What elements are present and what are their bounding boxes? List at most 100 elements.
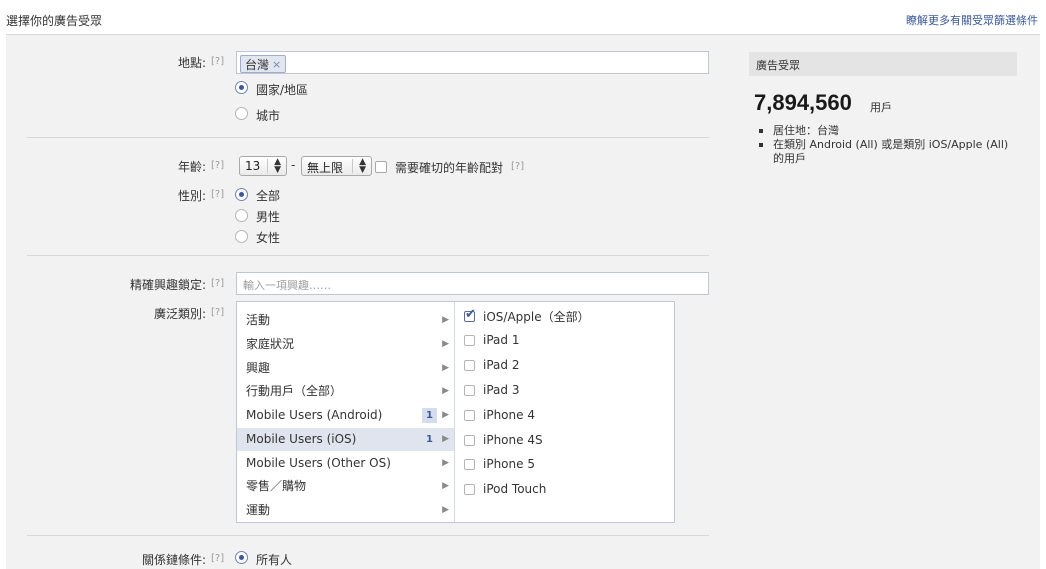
subcategory-item[interactable]: iPhone 5 (464, 454, 535, 474)
age-max-value: 無上限 (307, 161, 344, 175)
gender-female-radio[interactable] (235, 230, 248, 243)
subcategory-list: iOS/Apple（全部） iPad 1 iPad 2 iPad 3 iPhon… (456, 302, 674, 522)
gender-male-label: 男性 (256, 210, 281, 224)
gender-all-radio[interactable] (235, 188, 248, 201)
category-label: Mobile Users (Android) (246, 408, 383, 422)
category-item[interactable]: Mobile Users (Other OS) ▶ (237, 452, 454, 475)
exact-age-checkbox[interactable] (375, 161, 387, 173)
category-item[interactable]: Mobile Users (Android) 1 ▶ (237, 404, 454, 427)
chevron-right-icon: ▶ (442, 363, 449, 373)
gender-help-icon[interactable]: [?] (211, 189, 224, 200)
subcategory-label: iPad 3 (483, 383, 520, 397)
select-divider (267, 159, 268, 173)
relationship-everyone-label: 所有人 (256, 553, 293, 567)
chevron-right-icon: ▶ (442, 410, 449, 420)
subcategory-checkbox[interactable] (464, 384, 475, 396)
category-label: 興趣 (246, 361, 271, 375)
exact-age-help-icon[interactable]: [?] (511, 161, 524, 172)
broad-categories-label: 廣泛類別: (153, 307, 206, 321)
subcategory-item[interactable]: iPad 1 (464, 330, 519, 350)
chevron-right-icon: ▶ (442, 386, 449, 396)
top-bar: 選擇你的廣告受眾 瞭解更多有關受眾篩選條件 (0, 0, 1046, 34)
chevron-right-icon: ▶ (442, 458, 449, 468)
subcategory-checkbox[interactable] (464, 307, 476, 322)
precise-interests-help-icon[interactable]: [?] (211, 278, 224, 289)
location-input[interactable]: 台灣 × (236, 51, 709, 74)
precise-interests-label: 精確興趣鎖定: (129, 278, 206, 292)
audience-detail-item: 居住地：台灣 (758, 124, 1018, 138)
page-title: 選擇你的廣告受眾 (6, 14, 103, 28)
audience-help-link[interactable]: 瞭解更多有關受眾篩選條件 (906, 12, 1038, 28)
subcategory-checkbox[interactable] (464, 334, 475, 346)
category-item[interactable]: 興趣 ▶ (237, 357, 454, 380)
subcategory-item[interactable]: iPhone 4S (464, 430, 543, 450)
location-country-radio[interactable] (235, 81, 248, 94)
updown-arrows-icon: ▲ ▼ (274, 157, 281, 175)
interest-search-input[interactable]: 輸入一項興趣…… (236, 272, 709, 295)
audience-detail-item: 在類別 Android (All) 或是類別 iOS/Apple (All) 的… (758, 138, 1018, 166)
age-max-select[interactable]: 無上限 ▲ ▼ (301, 156, 372, 176)
subcategory-item[interactable]: iPhone 4 (464, 405, 535, 425)
age-label: 年齡: (177, 160, 206, 174)
subcategory-checkbox[interactable] (464, 483, 475, 495)
category-label: 行動用戶（全部） (246, 384, 343, 398)
subcategory-item[interactable]: iPod Touch (464, 479, 546, 499)
divider (27, 137, 709, 138)
category-label: 活動 (246, 313, 271, 327)
select-divider (352, 159, 353, 173)
category-label: 家庭狀況 (246, 337, 295, 351)
category-label: Mobile Users (Other OS) (246, 456, 391, 470)
relationship-help-icon[interactable]: [?] (211, 553, 224, 564)
subcategory-label: iPhone 5 (483, 457, 535, 471)
location-token: 台灣 × (240, 55, 287, 73)
category-item[interactable]: 家庭狀況 ▶ (237, 333, 454, 356)
location-help-icon[interactable]: [?] (211, 56, 224, 67)
broad-categories-picker: 活動 ▶ 家庭狀況 ▶ 興趣 ▶ 行動用戶（全部） ▶ Mobile Users… (236, 301, 675, 523)
interest-placeholder: 輸入一項興趣…… (243, 279, 331, 292)
subcategory-checkbox[interactable] (464, 458, 475, 470)
category-list[interactable]: 活動 ▶ 家庭狀況 ▶ 興趣 ▶ 行動用戶（全部） ▶ Mobile Users… (237, 302, 455, 522)
selected-count-badge: 1 (422, 408, 437, 423)
remove-token-icon[interactable]: × (272, 58, 281, 71)
subcategory-checkbox[interactable] (464, 434, 475, 446)
audience-details: 居住地：台灣 在類別 Android (All) 或是類別 iOS/Apple … (758, 124, 1018, 166)
chevron-right-icon: ▶ (442, 505, 449, 515)
subcategory-label: iPod Touch (483, 482, 547, 496)
category-label: 零售／購物 (246, 479, 307, 493)
subcategory-label: iPad 2 (483, 358, 520, 372)
subcategory-item[interactable]: iPad 2 (464, 355, 519, 375)
audience-heading: 廣告受眾 (756, 59, 800, 72)
category-item[interactable]: 行動用戶（全部） ▶ (237, 380, 454, 403)
subcategory-checkbox[interactable] (464, 409, 475, 421)
gender-all-label: 全部 (256, 189, 281, 203)
subcategory-item[interactable]: iPad 3 (464, 380, 519, 400)
category-item[interactable]: 零售／購物 ▶ (237, 475, 454, 498)
location-city-radio[interactable] (235, 107, 248, 120)
category-label: 運動 (246, 503, 271, 517)
chevron-right-icon: ▶ (442, 434, 449, 444)
chevron-right-icon: ▶ (442, 339, 449, 349)
category-item[interactable]: 活動 ▶ (237, 309, 454, 332)
category-label: Mobile Users (iOS) (246, 432, 357, 446)
relationship-everyone-radio[interactable] (235, 551, 248, 564)
chevron-right-icon: ▶ (442, 481, 449, 491)
broad-categories-help-icon[interactable]: [?] (211, 307, 224, 318)
gender-male-radio[interactable] (235, 209, 248, 222)
divider (27, 255, 709, 256)
selected-count-badge: 1 (426, 434, 433, 445)
audience-count: 7,894,560 (754, 90, 852, 115)
category-item-selected[interactable]: Mobile Users (iOS) 1 ▶ (237, 428, 454, 451)
age-min-select[interactable]: 13 ▲ ▼ (239, 156, 287, 176)
subcategory-label: iPhone 4 (483, 408, 535, 422)
location-city-label: 城市 (256, 109, 281, 123)
location-token-label: 台灣 (245, 57, 270, 72)
audience-unit: 用戶 (870, 101, 892, 114)
category-item[interactable]: 運動 ▶ (237, 499, 454, 522)
gender-female-label: 女性 (256, 231, 281, 245)
subcategory-checkbox[interactable] (464, 359, 475, 371)
divider (27, 535, 709, 536)
location-country-label: 國家/地區 (256, 83, 309, 97)
subcategory-item[interactable]: iOS/Apple（全部） (464, 306, 590, 326)
age-help-icon[interactable]: [?] (211, 160, 224, 171)
updown-arrows-icon: ▲ ▼ (359, 157, 366, 175)
